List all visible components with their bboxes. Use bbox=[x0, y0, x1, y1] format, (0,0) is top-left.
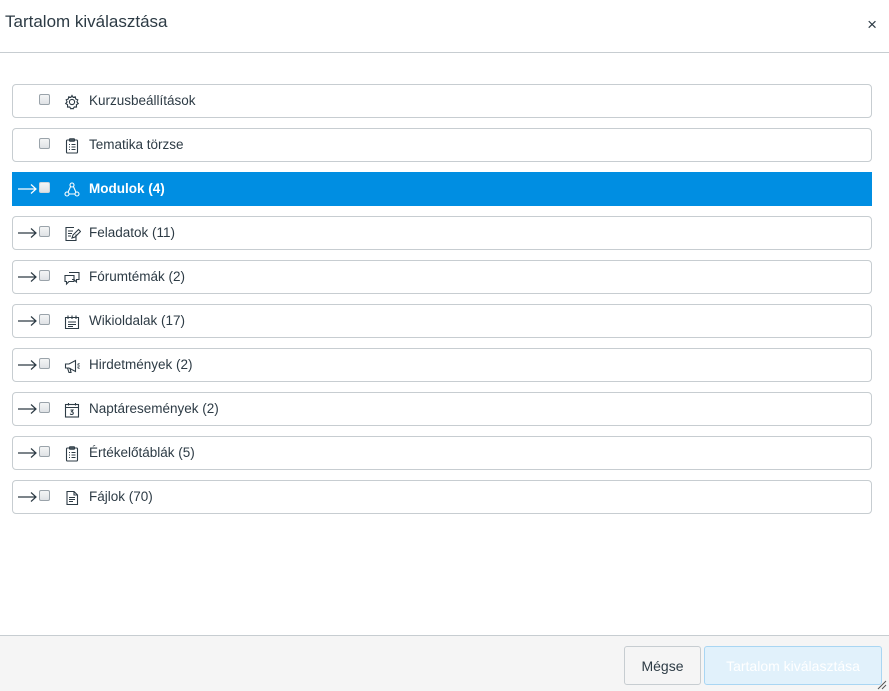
dialog-header: Tartalom kiválasztása × bbox=[0, 0, 889, 53]
item-label: Feladatok (11) bbox=[89, 225, 176, 240]
expand-arrow-icon[interactable] bbox=[17, 400, 39, 418]
item-label: Modulok (4) bbox=[89, 181, 165, 196]
item-label: Naptáresemények (2) bbox=[89, 401, 219, 416]
item-label: Tematika törzse bbox=[89, 137, 184, 152]
dialog-title: Tartalom kiválasztása bbox=[5, 12, 168, 31]
checkbox[interactable] bbox=[39, 270, 50, 281]
checkbox[interactable] bbox=[39, 446, 50, 457]
item-label: Hirdetmények (2) bbox=[89, 357, 193, 372]
list-item-syllabus[interactable]: Tematika törzse bbox=[12, 128, 872, 162]
item-label: Wikioldalak (17) bbox=[89, 313, 186, 328]
item-label: Kurzusbeállítások bbox=[89, 93, 196, 108]
content-list: Kurzusbeállítások Tematika törzse Modulo… bbox=[12, 84, 872, 524]
item-label: Értékelőtáblák (5) bbox=[89, 445, 195, 460]
dialog-footer: Mégse Tartalom kiválasztása bbox=[0, 635, 889, 691]
list-item-files[interactable]: Fájlok (70) bbox=[12, 480, 872, 514]
checkbox[interactable] bbox=[39, 490, 50, 501]
checkbox[interactable] bbox=[39, 358, 50, 369]
item-label: Fórumtémák (2) bbox=[89, 269, 186, 284]
expand-arrow-icon[interactable] bbox=[17, 224, 39, 242]
list-item-modules[interactable]: Modulok (4) bbox=[12, 172, 872, 206]
list-item-calendar-events[interactable]: Naptáresemények (2) bbox=[12, 392, 872, 426]
list-item-rubrics[interactable]: Értékelőtáblák (5) bbox=[12, 436, 872, 470]
expand-arrow-icon[interactable] bbox=[17, 356, 39, 374]
gear-icon bbox=[63, 93, 81, 111]
select-content-button[interactable]: Tartalom kiválasztása bbox=[704, 646, 882, 685]
checkbox[interactable] bbox=[39, 402, 50, 413]
expand-arrow-icon[interactable] bbox=[17, 268, 39, 286]
list-item-course-settings[interactable]: Kurzusbeállítások bbox=[12, 84, 872, 118]
resize-handle-icon[interactable] bbox=[875, 677, 887, 690]
list-item-wiki-pages[interactable]: Wikioldalak (17) bbox=[12, 304, 872, 338]
expand-arrow-icon[interactable] bbox=[17, 180, 39, 198]
checkbox[interactable] bbox=[39, 314, 50, 325]
item-label: Fájlok (70) bbox=[89, 489, 153, 504]
checkbox[interactable] bbox=[39, 138, 50, 149]
list-item-announcements[interactable]: Hirdetmények (2) bbox=[12, 348, 872, 382]
checkbox[interactable] bbox=[39, 226, 50, 237]
expand-arrow-icon[interactable] bbox=[17, 312, 39, 330]
rubric-icon bbox=[63, 445, 81, 463]
modules-icon bbox=[63, 181, 81, 199]
cancel-button[interactable]: Mégse bbox=[624, 646, 701, 685]
announcement-icon bbox=[63, 357, 81, 375]
expand-arrow-icon[interactable] bbox=[17, 444, 39, 462]
close-icon[interactable]: × bbox=[867, 15, 877, 35]
list-item-discussions[interactable]: Fórumtémák (2) bbox=[12, 260, 872, 294]
checkbox[interactable] bbox=[39, 182, 50, 193]
list-item-assignments[interactable]: Feladatok (11) bbox=[12, 216, 872, 250]
document-icon bbox=[63, 313, 81, 331]
syllabus-icon bbox=[63, 137, 81, 155]
calendar-icon bbox=[63, 401, 81, 419]
checkbox[interactable] bbox=[39, 94, 50, 105]
discussion-icon bbox=[63, 269, 81, 287]
file-icon bbox=[63, 489, 81, 507]
expand-arrow-icon[interactable] bbox=[17, 488, 39, 506]
assignment-icon bbox=[63, 225, 81, 243]
